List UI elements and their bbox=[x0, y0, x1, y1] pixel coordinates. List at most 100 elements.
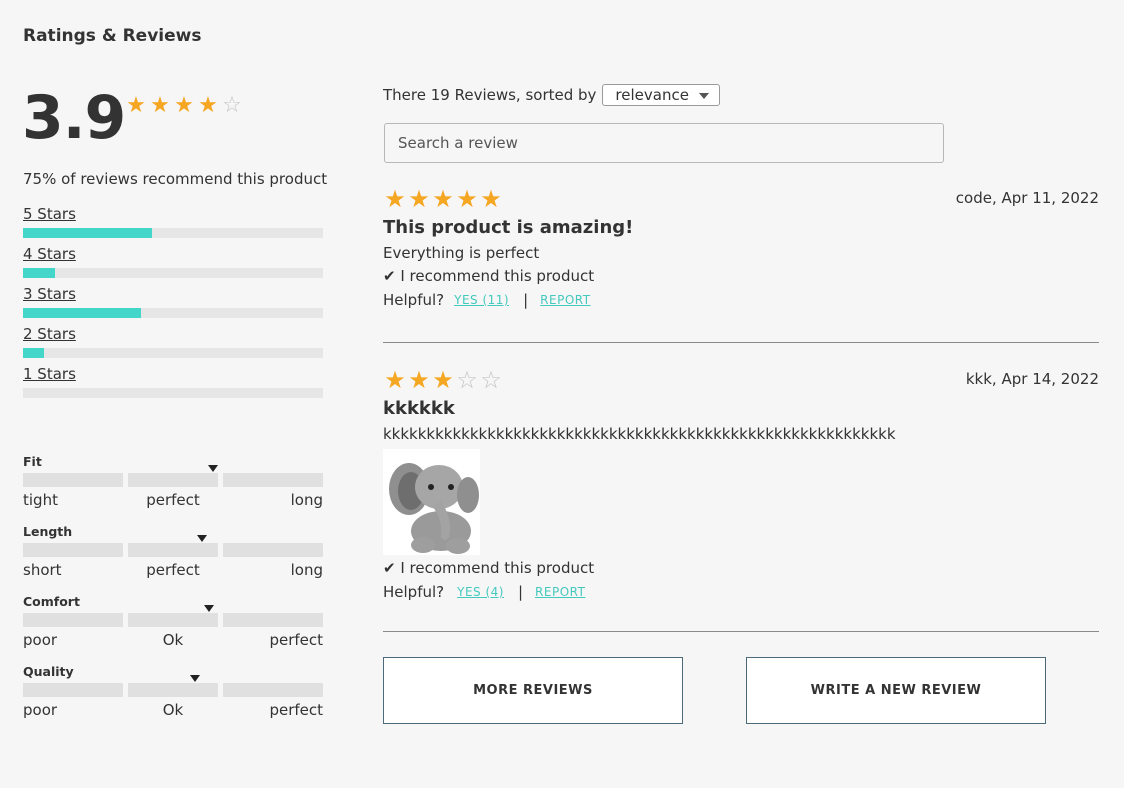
star-icon: ☆ bbox=[480, 366, 502, 394]
helpful-label: Helpful? bbox=[383, 583, 445, 601]
star-icon: ★ bbox=[432, 366, 454, 394]
triangle-down-icon bbox=[204, 605, 214, 612]
review-helpful: Helpful? YES (11) | REPORT bbox=[383, 291, 1099, 309]
star-icon: ★ bbox=[480, 185, 502, 213]
review-meta: code, Apr 11, 2022 bbox=[955, 189, 1099, 207]
recommend-summary: 75% of reviews recommend this product bbox=[23, 170, 328, 188]
scale-label-high: long bbox=[290, 561, 323, 579]
scale-segment bbox=[23, 473, 123, 487]
characteristic-comfort: Comfort poor Ok perfect bbox=[23, 595, 323, 665]
scale-segment bbox=[223, 613, 323, 627]
scale-segment bbox=[128, 683, 218, 697]
star-icon: ★ bbox=[384, 185, 406, 213]
scale-label-high: long bbox=[290, 491, 323, 509]
review-title: kkkkkk bbox=[383, 398, 455, 419]
characteristic-name: Length bbox=[23, 524, 73, 539]
breakdown-link-3[interactable]: 3 Stars bbox=[23, 284, 76, 304]
review-recommend: ✔ I recommend this product bbox=[383, 267, 595, 285]
review-photo-thumbnail[interactable] bbox=[383, 449, 480, 555]
sort-bar: There 19 Reviews, sorted by relevance bbox=[383, 84, 721, 106]
characteristic-name: Quality bbox=[23, 664, 74, 679]
scale-segment bbox=[128, 613, 218, 627]
star-icon: ★ bbox=[150, 93, 170, 118]
report-link[interactable]: REPORT bbox=[535, 585, 585, 599]
scale-label-mid: Ok bbox=[162, 701, 184, 719]
characteristic-scale bbox=[23, 535, 323, 557]
star-icon: ★ bbox=[126, 93, 146, 118]
separator: | bbox=[517, 583, 524, 601]
breakdown-fill bbox=[23, 348, 44, 358]
helpful-yes-link[interactable]: YES (4) bbox=[457, 585, 504, 599]
review-item: ★ ★ ★ ★ ★ code, Apr 11, 2022 This produc… bbox=[383, 186, 1099, 309]
star-icon: ★ bbox=[432, 185, 454, 213]
characteristic-quality: Quality poor Ok perfect bbox=[23, 665, 323, 735]
scale-label-high: perfect bbox=[269, 631, 323, 649]
scale-segment bbox=[128, 543, 218, 557]
separator: | bbox=[523, 291, 529, 309]
breakdown-fill bbox=[23, 268, 56, 278]
sort-value: relevance bbox=[615, 86, 689, 104]
scale-label-high: perfect bbox=[269, 701, 323, 719]
breakdown-fill bbox=[23, 308, 141, 318]
average-stars: ★ ★ ★ ★ ☆ bbox=[124, 95, 244, 117]
scale-label-mid: perfect bbox=[146, 561, 200, 579]
breakdown-track bbox=[23, 388, 323, 398]
star-icon: ☆ bbox=[222, 93, 242, 118]
rating-breakdown: 5 Stars 4 Stars 3 Stars 2 Stars 1 Stars bbox=[23, 204, 323, 404]
scale-label-mid: Ok bbox=[162, 631, 184, 649]
helpful-yes-link[interactable]: YES (11) bbox=[454, 293, 509, 307]
breakdown-fill bbox=[23, 228, 152, 238]
characteristic-fit: Fit tight perfect long bbox=[23, 455, 323, 525]
star-icon: ★ bbox=[198, 93, 218, 118]
more-reviews-button[interactable]: MORE REVIEWS bbox=[383, 657, 683, 724]
characteristic-name: Fit bbox=[23, 454, 42, 469]
write-review-button[interactable]: WRITE A NEW REVIEW bbox=[746, 657, 1046, 724]
sort-dropdown[interactable]: relevance bbox=[602, 84, 721, 106]
breakdown-link-1[interactable]: 1 Stars bbox=[23, 364, 76, 384]
breakdown-row: 1 Stars bbox=[23, 364, 323, 404]
scale-segment bbox=[223, 473, 323, 487]
characteristic-scale bbox=[23, 465, 323, 487]
review-divider bbox=[383, 342, 1099, 343]
review-body: kkkkkkkkkkkkkkkkkkkkkkkkkkkkkkkkkkkkkkkk… bbox=[383, 425, 896, 443]
scale-label-low: tight bbox=[23, 491, 58, 509]
star-icon: ★ bbox=[408, 366, 430, 394]
breakdown-row: 2 Stars bbox=[23, 324, 323, 364]
breakdown-link-2[interactable]: 2 Stars bbox=[23, 324, 76, 344]
helpful-label: Helpful? bbox=[383, 291, 445, 309]
section-title: Ratings & Reviews bbox=[23, 26, 202, 46]
star-icon: ★ bbox=[456, 185, 478, 213]
scale-segment bbox=[23, 613, 123, 627]
breakdown-row: 3 Stars bbox=[23, 284, 323, 324]
review-body: Everything is perfect bbox=[383, 244, 540, 262]
search-input[interactable] bbox=[384, 123, 944, 163]
elephant-plush-image bbox=[383, 449, 480, 555]
breakdown-link-4[interactable]: 4 Stars bbox=[23, 244, 76, 264]
star-icon: ★ bbox=[174, 93, 194, 118]
characteristic-scale bbox=[23, 675, 323, 697]
review-count-text: There 19 Reviews, sorted by bbox=[383, 86, 597, 104]
scale-segment bbox=[223, 683, 323, 697]
breakdown-track bbox=[23, 268, 323, 278]
breakdown-link-5[interactable]: 5 Stars bbox=[23, 204, 76, 224]
breakdown-row: 4 Stars bbox=[23, 244, 323, 284]
star-icon: ★ bbox=[384, 366, 406, 394]
characteristic-length: Length short perfect long bbox=[23, 525, 323, 595]
triangle-down-icon bbox=[207, 465, 218, 472]
characteristics: Fit tight perfect long Length short perf… bbox=[23, 455, 323, 735]
scale-segment bbox=[23, 683, 123, 697]
triangle-down-icon bbox=[197, 535, 208, 542]
scale-label-mid: perfect bbox=[146, 491, 200, 509]
average-rating: 3.9 bbox=[22, 83, 126, 153]
report-link[interactable]: REPORT bbox=[540, 293, 590, 307]
breakdown-row: 5 Stars bbox=[23, 204, 323, 244]
scale-segment bbox=[23, 543, 123, 557]
star-icon: ☆ bbox=[456, 366, 478, 394]
review-recommend: ✔ I recommend this product bbox=[383, 559, 595, 577]
star-icon: ★ bbox=[408, 185, 430, 213]
scale-label-low: poor bbox=[23, 631, 58, 649]
review-divider bbox=[383, 631, 1099, 632]
caret-down-icon bbox=[699, 93, 710, 99]
review-meta: kkk, Apr 14, 2022 bbox=[965, 370, 1099, 388]
characteristic-scale bbox=[23, 605, 323, 627]
